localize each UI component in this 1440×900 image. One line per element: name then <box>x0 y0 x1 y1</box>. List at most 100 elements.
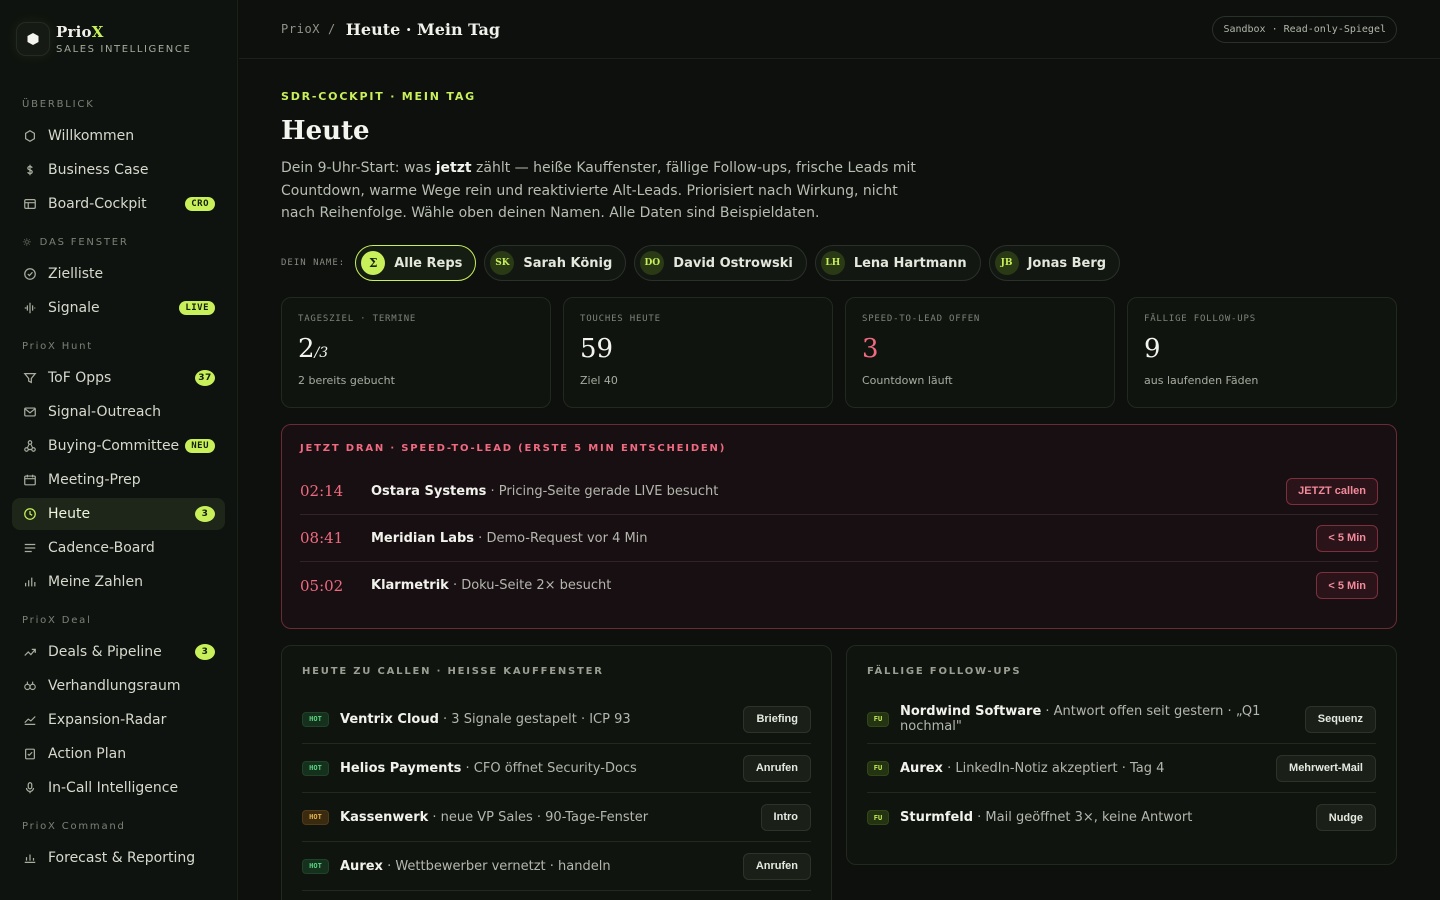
sidebar-item-heute[interactable]: Heute 3 <box>12 498 225 530</box>
kpi-value: 2/3 <box>298 334 329 364</box>
signal-icon <box>22 300 38 316</box>
nav-section-title: ÜBERBLICK <box>12 90 225 118</box>
sidebar-item-board-cockpit[interactable]: Board-Cockpit CRO <box>12 188 225 220</box>
kpi-subtext: Ziel 40 <box>580 374 618 387</box>
brand[interactable]: PrioX SALES INTELLIGENCE <box>16 22 191 56</box>
nav-section-label: PrioX Deal <box>22 614 92 626</box>
sidebar-item-label: Heute <box>48 506 91 522</box>
sidebar-item-business-case[interactable]: Business Case <box>12 154 225 186</box>
calendar-icon <box>22 472 38 488</box>
sidebar-item-zielliste[interactable]: Zielliste <box>12 258 225 290</box>
followup-action-button[interactable]: Sequenz <box>1304 705 1376 733</box>
sidebar-item-meine-zahlen[interactable]: Meine Zahlen <box>12 566 225 598</box>
environment-badge: Sandbox · Read-only-Spiegel <box>1212 16 1397 43</box>
call-now-button[interactable]: < 5 Min <box>1316 572 1378 599</box>
nodes-icon <box>22 438 38 454</box>
sidebar-item-in-call-intelligence[interactable]: In-Call Intelligence <box>12 772 225 804</box>
breadcrumb-root[interactable]: PrioX / <box>281 22 336 36</box>
call-description: Aurex · Wettbewerber vernetzt · handeln <box>340 858 611 874</box>
followup-row: FU Nordwind Software · Antwort offen seit… <box>867 695 1376 744</box>
check-circle-icon <box>22 266 38 282</box>
nav-badge: 37 <box>195 370 215 386</box>
rep-avatar: LH <box>820 251 845 275</box>
followup-action-button[interactable]: Mehrwert-Mail <box>1276 754 1376 782</box>
sidebar-item-buying-committee[interactable]: Buying-Committee NEU <box>12 430 225 462</box>
rep-avatar: DO <box>640 251 665 275</box>
nav-badge: 3 <box>195 644 215 660</box>
sidebar-nav: ÜBERBLICK Willkommen Business Case Board-Co… <box>12 90 225 876</box>
rep-name: Alle Reps <box>394 255 463 271</box>
mail-icon <box>22 404 38 420</box>
checklist-icon <box>22 746 38 762</box>
followups-panel-title: FÄLLIGE FOLLOW-UPS <box>867 666 1022 677</box>
rep-avatar: JB <box>994 251 1019 275</box>
sidebar-item-cadence-board[interactable]: Cadence-Board <box>12 532 225 564</box>
kpi-label: FÄLLIGE FOLLOW-UPS <box>1144 314 1256 324</box>
sidebar-item-label: Signal-Outreach <box>48 404 162 420</box>
rep-chip[interactable]: SK Sarah König <box>484 245 627 281</box>
followup-tag: FU <box>867 760 889 776</box>
call-action-button[interactable]: Anrufen <box>742 754 811 782</box>
sidebar-item-deals-pipeline[interactable]: Deals & Pipeline 3 <box>12 636 225 668</box>
kpi-value: 3 <box>862 334 879 364</box>
sidebar-item-signale[interactable]: Signale LIVE <box>12 292 225 324</box>
call-action-button[interactable]: Intro <box>760 803 811 831</box>
sidebar-item-tof-opps[interactable]: ToF Opps 37 <box>12 362 225 394</box>
clock-icon <box>22 506 38 522</box>
nav-section-title: PrioX Command <box>12 812 225 840</box>
kpi-subtext: 2 bereits gebucht <box>298 374 395 387</box>
speed-lead-row: 05:02 Klarmetrik · Doku-Seite 2× besucht <… <box>300 562 1378 609</box>
sidebar-item-label: Meeting-Prep <box>48 472 141 488</box>
followups-panel: FÄLLIGE FOLLOW-UPS FU Nordwind Software ·… <box>846 645 1397 865</box>
rep-avatar: SK <box>490 251 515 275</box>
call-action-button[interactable]: Briefing <box>743 705 811 733</box>
kpi-subtext: aus laufenden Fäden <box>1144 374 1259 387</box>
rep-chip[interactable]: Σ Alle Reps <box>355 245 477 281</box>
nav-section-title: PrioX Hunt <box>12 332 225 360</box>
sidebar-item-verhandlungsraum[interactable]: Verhandlungsraum <box>12 670 225 702</box>
page-eyebrow: SDR-COCKPIT · MEIN TAG <box>281 90 476 103</box>
followup-tag: FU <box>867 810 889 825</box>
speed-lead-row: 02:14 Ostara Systems · Pricing-Seite gera… <box>300 468 1378 515</box>
nav-badge: NEU <box>185 439 215 453</box>
hexagon-icon <box>22 128 38 144</box>
call-now-button[interactable]: < 5 Min <box>1316 524 1378 552</box>
rep-chip[interactable]: DO David Ostrowski <box>634 245 807 281</box>
rep-chip[interactable]: LH Lena Hartmann <box>814 245 981 281</box>
chart-icon <box>22 850 38 866</box>
calls-panel: HEUTE ZU CALLEN · HEISSE KAUFFENSTER HOT… <box>281 645 832 900</box>
sidebar-item-label: Verhandlungsraum <box>48 678 181 694</box>
sidebar-item-expansion-radar[interactable]: Expansion-Radar <box>12 704 225 736</box>
rep-name: David Ostrowski <box>673 255 793 271</box>
sidebar-item-willkommen[interactable]: Willkommen <box>12 120 225 152</box>
followup-action-button[interactable]: Nudge <box>1315 804 1376 831</box>
calls-panel-title: HEUTE ZU CALLEN · HEISSE KAUFFENSTER <box>302 666 604 677</box>
sidebar-item-label: Buying-Committee <box>48 438 180 454</box>
rep-selector: DEIN NAME: Σ Alle Reps SK Sarah König DO Davi… <box>281 245 1128 281</box>
sidebar-item-label: Signale <box>48 300 100 316</box>
sidebar: PrioX SALES INTELLIGENCE ÜBERBLICK Willko… <box>0 0 238 900</box>
trend-icon <box>22 644 38 660</box>
sidebar-item-meeting-prep[interactable]: Meeting-Prep <box>12 464 225 496</box>
sidebar-item-forecast-reporting[interactable]: Forecast & Reporting <box>12 842 225 874</box>
rep-name: Lena Hartmann <box>853 255 967 271</box>
sidebar-item-label: Deals & Pipeline <box>48 644 162 660</box>
rep-selector-label: DEIN NAME: <box>281 258 346 268</box>
sidebar-item-label: ToF Opps <box>48 370 112 386</box>
brand-logo-icon <box>16 22 50 56</box>
breadcrumb-current: Heute · Mein Tag <box>345 19 501 39</box>
sidebar-item-label: Zielliste <box>48 266 104 282</box>
kpi-subtext: Countdown läuft <box>862 374 953 387</box>
sidebar-item-label: Forecast & Reporting <box>48 850 196 866</box>
followup-row: FU Sturmfeld · Mail geöffnet 3×, keine An… <box>867 793 1376 842</box>
call-now-button[interactable]: JETZT callen <box>1286 477 1378 505</box>
rep-chip[interactable]: JB Jonas Berg <box>988 245 1121 281</box>
call-description: Helios Payments · CFO öffnet Security-Do… <box>340 760 637 776</box>
kpi-card: SPEED-TO-LEAD OFFEN 3 Countdown läuft <box>845 297 1115 408</box>
kpi-label: SPEED-TO-LEAD OFFEN <box>862 314 981 324</box>
call-action-button[interactable]: Anrufen <box>742 852 811 880</box>
followup-row: FU Aurex · LinkedIn-Notiz akzeptiert · Ta… <box>867 744 1376 793</box>
sidebar-item-signal-outreach[interactable]: Signal-Outreach <box>12 396 225 428</box>
sidebar-item-action-plan[interactable]: Action Plan <box>12 738 225 770</box>
hot-tag: HOT <box>302 711 329 727</box>
